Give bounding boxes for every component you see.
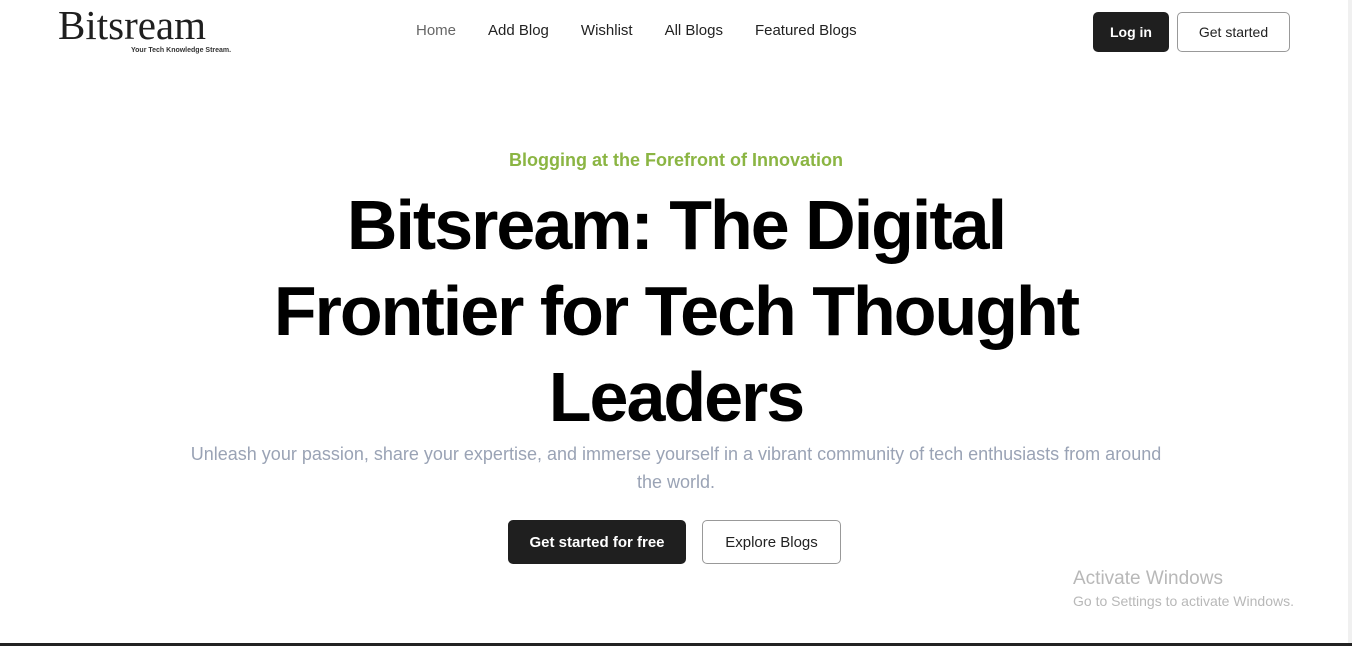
activate-windows-title: Activate Windows — [1073, 568, 1223, 589]
hero-title-line: Leaders — [548, 358, 805, 436]
logo-tagline: Your Tech Knowledge Stream. — [131, 47, 232, 54]
hero-title-line: Bitsream: The Digital — [346, 186, 1007, 264]
activate-windows-subtitle: Go to Settings to activate Windows. — [1073, 593, 1294, 609]
get-started-button[interactable]: Get started — [1177, 12, 1290, 52]
explore-blogs-button[interactable]: Explore Blogs — [702, 520, 841, 564]
hero-title: Bitsream: The Digital Frontier for Tech … — [0, 182, 1352, 440]
nav-featured-blogs[interactable]: Featured Blogs — [755, 22, 857, 39]
hero-title-line: Frontier for Tech Thought — [273, 272, 1080, 350]
hero-subtitle: Unleash your passion, share your experti… — [190, 444, 1162, 492]
nav-wishlist[interactable]: Wishlist — [581, 22, 633, 39]
logo[interactable]: Bitsream Your Tech Knowledge Stream. — [58, 2, 231, 54]
main-nav: Home Add Blog Wishlist All Blogs Feature… — [416, 22, 857, 39]
logo-name: Bitsream — [58, 2, 207, 48]
login-button[interactable]: Log in — [1093, 12, 1169, 52]
nav-all-blogs[interactable]: All Blogs — [665, 22, 723, 39]
hero-eyebrow: Blogging at the Forefront of Innovation — [509, 150, 843, 170]
get-started-free-button[interactable]: Get started for free — [508, 520, 686, 564]
scrollbar[interactable] — [1348, 0, 1352, 646]
nav-home[interactable]: Home — [416, 22, 456, 39]
nav-add-blog[interactable]: Add Blog — [488, 22, 549, 39]
